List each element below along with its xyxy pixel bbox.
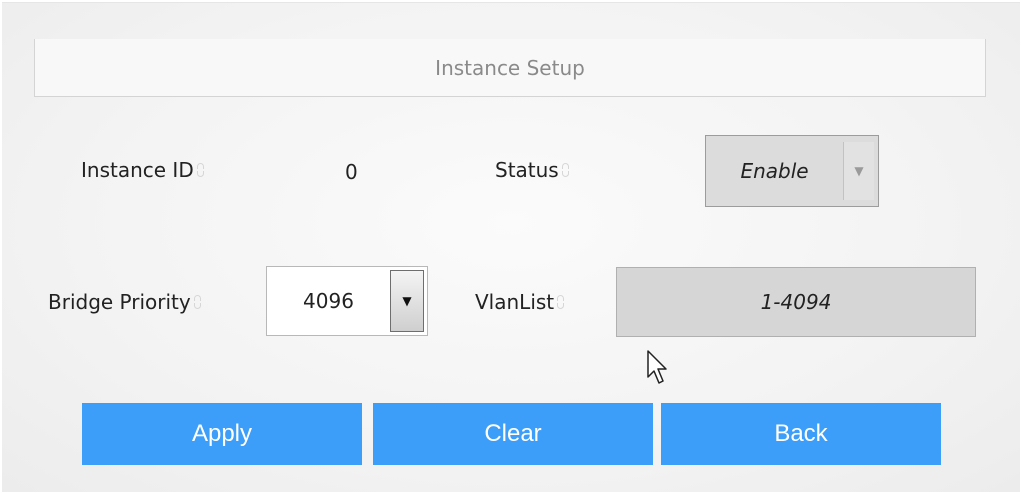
chevron-down-icon[interactable]: ▼ [843, 142, 874, 200]
field-marker-icon [561, 162, 570, 178]
status-select-value: Enable [740, 159, 809, 183]
back-button[interactable]: Back [661, 403, 941, 465]
field-marker-icon [557, 294, 565, 310]
page-title: Instance Setup [435, 55, 585, 80]
instance-id-value: 0 [345, 160, 358, 184]
instance-id-label: Instance ID [81, 158, 205, 182]
vlanlist-field[interactable]: 1-4094 [616, 267, 976, 337]
instance-setup-panel: Instance Setup Instance ID 0 Status Enab… [2, 2, 1020, 492]
vlanlist-label: VlanList [475, 290, 565, 314]
chevron-down-icon[interactable]: ▼ [390, 270, 424, 332]
status-label: Status [495, 158, 570, 182]
field-marker-icon [196, 162, 205, 178]
field-marker-icon [193, 294, 202, 310]
mouse-pointer-icon [647, 350, 667, 384]
bridge-priority-select[interactable]: 4096 ▼ [266, 266, 428, 336]
bridge-priority-label: Bridge Priority [48, 290, 202, 314]
apply-button[interactable]: Apply [82, 403, 362, 465]
bridge-priority-select-value: 4096 [303, 289, 354, 313]
section-header: Instance Setup [34, 39, 986, 97]
clear-button[interactable]: Clear [373, 403, 653, 465]
status-select[interactable]: Enable ▼ [705, 135, 879, 207]
